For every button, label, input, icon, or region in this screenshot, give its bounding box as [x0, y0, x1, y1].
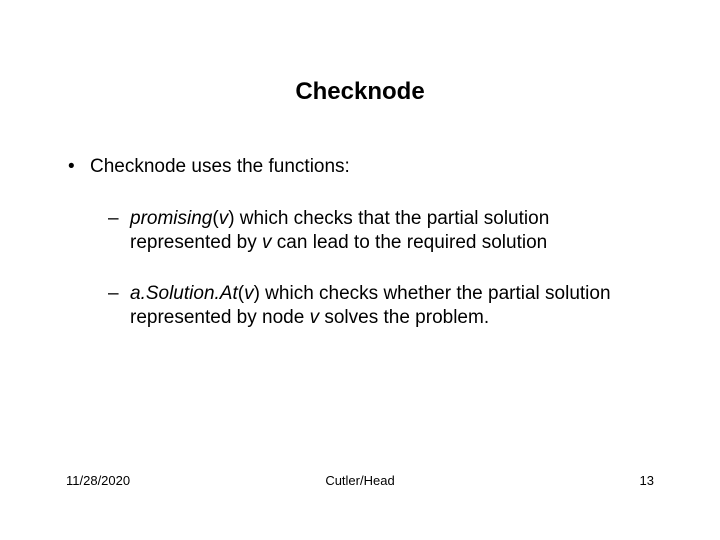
- bullet-level2-promising: promising(v) which checks that the parti…: [66, 207, 654, 255]
- footer-date: 11/28/2020: [66, 473, 130, 488]
- footer-author: Cutler/Head: [66, 473, 654, 488]
- func-promising: promising: [130, 208, 212, 229]
- footer-page-number: 13: [640, 473, 654, 488]
- text-segment: solves the problem.: [319, 307, 489, 328]
- func-asolutionat: a.Solution.At: [130, 283, 238, 304]
- var-v: v: [310, 307, 320, 328]
- bullet-l1-text: Checknode uses the functions:: [90, 156, 350, 177]
- slide-footer: 11/28/2020 Cutler/Head 13: [66, 473, 654, 488]
- slide-body: Checknode uses the functions: promising(…: [66, 155, 654, 358]
- var-v: v: [244, 283, 254, 304]
- var-v: v: [262, 232, 272, 253]
- slide-title: Checknode: [0, 78, 720, 106]
- bullet-level1: Checknode uses the functions:: [66, 155, 654, 179]
- var-v: v: [219, 208, 229, 229]
- bullet-level2-asolutionat: a.Solution.At(v) which checks whether th…: [66, 282, 654, 330]
- slide: Checknode Checknode uses the functions: …: [0, 0, 720, 540]
- text-segment: can lead to the required solution: [272, 232, 548, 253]
